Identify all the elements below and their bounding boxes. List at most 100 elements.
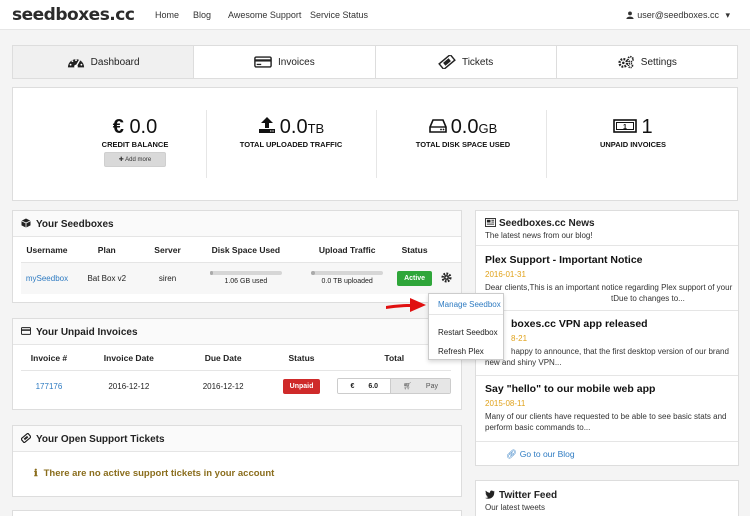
tab-invoices[interactable]: Invoices: [194, 46, 376, 78]
col-upload-traffic: Upload Traffic: [297, 238, 398, 263]
twitter-icon: [485, 490, 495, 499]
col-plan: Plan: [72, 238, 141, 263]
news-subtitle: The latest news from our blog!: [485, 231, 593, 240]
top-navbar: seedboxes.cc Home Blog Awesome Support S…: [0, 0, 750, 30]
seedbox-server: siren: [158, 273, 177, 283]
pay-control: € 6.0 🛒︎ Pay: [337, 378, 451, 395]
news-item-title[interactable]: Say "hello" to our mobile web app: [485, 383, 737, 395]
credit-value: € 0.0: [112, 116, 158, 138]
news-item-excerpt: Many of our clients have requested to be…: [485, 412, 727, 432]
nav-blog[interactable]: Blog: [193, 10, 211, 20]
plus-icon: ✚: [118, 157, 124, 163]
status-badge[interactable]: Active: [397, 270, 433, 286]
cart-icon: 🛒︎: [403, 383, 412, 391]
news-item-date: 2016-01-31: [485, 270, 526, 279]
gears-icon: [618, 55, 634, 69]
news-item-excerpt: Dear clients,This is an important notice…: [485, 283, 733, 303]
nav-service-status[interactable]: Service Status: [310, 10, 368, 20]
unpaid-value: 11: [553, 116, 713, 139]
news-panel: Seedboxes.cc News The latest news from o…: [475, 210, 739, 466]
nav-home[interactable]: Home: [155, 10, 179, 20]
news-item-excerpt: happy to announce, that the first deskto…: [485, 347, 729, 367]
no-tickets-message: ℹ There are no active support tickets in …: [34, 468, 275, 479]
seedboxes-panel: Your Seedboxes Username Plan Server Disk…: [12, 210, 462, 303]
col-invoice-number: Invoice #: [21, 346, 77, 371]
seedboxes-table: Username Plan Server Disk Space Used Upl…: [21, 238, 461, 294]
stat-credit-balance: € 0.0 CREDIT BALANCE ✚ Add more: [55, 116, 215, 167]
panel-title: Your Seedboxes: [36, 219, 114, 230]
user-email: user@seedboxes.cc: [637, 10, 719, 20]
invoice-number-link[interactable]: 177176: [36, 382, 63, 391]
link-icon: 🔗︎: [506, 449, 517, 459]
support-tickets-panel: Your Open Support Tickets ℹ There are no …: [12, 425, 462, 497]
disk-usage-bar: [209, 271, 282, 276]
twitter-panel: Twitter Feed Our latest tweets: [475, 480, 739, 516]
upload-icon: [258, 117, 275, 133]
tab-label: Dashboard: [90, 56, 140, 68]
seedboxes-header: Your Seedboxes: [13, 211, 461, 237]
logo[interactable]: seedboxes.cc: [12, 5, 135, 25]
disk-label: TOTAL DISK SPACE USED: [415, 140, 511, 149]
divider: [476, 245, 738, 246]
news-item-title[interactable]: boxes.cc VPN app released: [485, 318, 737, 330]
newspaper-icon: [485, 218, 496, 227]
chevron-down-icon: ▾: [725, 10, 730, 20]
upload-traffic-bar: [311, 271, 384, 276]
tab-tickets[interactable]: Tickets: [376, 46, 557, 78]
seedbox-plan: Bat Box v2: [87, 273, 127, 283]
menu-item-refresh-plex[interactable]: Refresh Plex: [438, 347, 484, 356]
col-status: Status: [397, 238, 433, 263]
col-username: Username: [21, 238, 73, 263]
disk-usage-cell: 1.06 GB used: [194, 262, 297, 294]
gear-icon[interactable]: [441, 272, 452, 283]
divider: [376, 110, 377, 178]
table-row: 177176 2016-12-12 2016-12-12 Unpaid € 6.…: [21, 370, 451, 402]
credit-card-icon: [21, 327, 31, 335]
invoice-date: 2016-12-12: [108, 381, 150, 391]
news-item[interactable]: boxes.cc VPN app released 8-21 happy to …: [485, 318, 737, 368]
nav-awesome-support[interactable]: Awesome Support: [228, 10, 301, 20]
unpaid-label: UNPAID INVOICES: [599, 140, 667, 149]
tab-dashboard[interactable]: Dashboard: [13, 46, 195, 78]
uploaded-value: 0.0TB: [211, 116, 371, 139]
table-row: mySeedbox Bat Box v2 siren 1.06 GB used …: [21, 262, 461, 294]
stats-panel: € 0.0 CREDIT BALANCE ✚ Add more 0.0TB TO…: [12, 87, 738, 201]
invoices-table: Invoice # Invoice Date Due Date Status T…: [21, 346, 451, 402]
credit-card-icon: [254, 56, 272, 68]
invoices-header: Your Unpaid Invoices: [13, 319, 461, 345]
menu-item-manage-seedbox[interactable]: Manage Seedbox: [438, 300, 501, 309]
news-item[interactable]: Say "hello" to our mobile web app 2015-0…: [485, 383, 737, 433]
pointer-arrow: [386, 298, 426, 312]
tab-settings[interactable]: Settings: [557, 46, 737, 78]
col-invoice-date: Invoice Date: [76, 346, 181, 371]
menu-item-restart-seedbox[interactable]: Restart Seedbox: [438, 328, 498, 337]
go-to-blog-link[interactable]: 🔗︎ Go to our Blog: [506, 449, 575, 460]
ticket-icon: [438, 55, 456, 69]
divider: [476, 441, 738, 442]
stat-disk-space: 0.0GB TOTAL DISK SPACE USED: [383, 116, 543, 149]
svg-text:1: 1: [623, 124, 627, 131]
news-item[interactable]: Plex Support - Important Notice 2016-01-…: [485, 254, 737, 304]
panel-title: Your Unpaid Invoices: [36, 327, 138, 338]
seedbox-username-link[interactable]: mySeedbox: [26, 274, 68, 283]
divider: [206, 110, 207, 178]
news-item-date: 2015-08-11: [485, 399, 526, 408]
news-item-date: 8-21: [511, 334, 528, 343]
divider: [429, 314, 503, 315]
credit-label: CREDIT BALANCE: [101, 140, 169, 149]
tab-label: Tickets: [461, 56, 494, 68]
uploaded-label: TOTAL UPLOADED TRAFFIC: [239, 140, 343, 149]
col-due-date: Due Date: [180, 346, 266, 371]
news-item-title[interactable]: Plex Support - Important Notice: [485, 254, 737, 266]
stat-uploaded-traffic: 0.0TB TOTAL UPLOADED TRAFFIC: [211, 116, 371, 149]
user-menu[interactable]: user@seedboxes.cc ▾: [626, 10, 730, 21]
dashboard-icon: [67, 59, 84, 69]
tab-label: Invoices: [278, 56, 315, 68]
col-disk-space: Disk Space Used: [194, 238, 298, 263]
upload-traffic-text: 0.0 TB uploaded: [321, 278, 373, 286]
dashboard-tabs: Dashboard Invoices Tickets Settings: [12, 45, 738, 79]
twitter-title: Twitter Feed: [485, 490, 557, 501]
pay-button[interactable]: 🛒︎ Pay: [390, 379, 450, 394]
add-more-button[interactable]: ✚ Add more: [103, 152, 167, 167]
euro-icon: €: [112, 116, 124, 138]
